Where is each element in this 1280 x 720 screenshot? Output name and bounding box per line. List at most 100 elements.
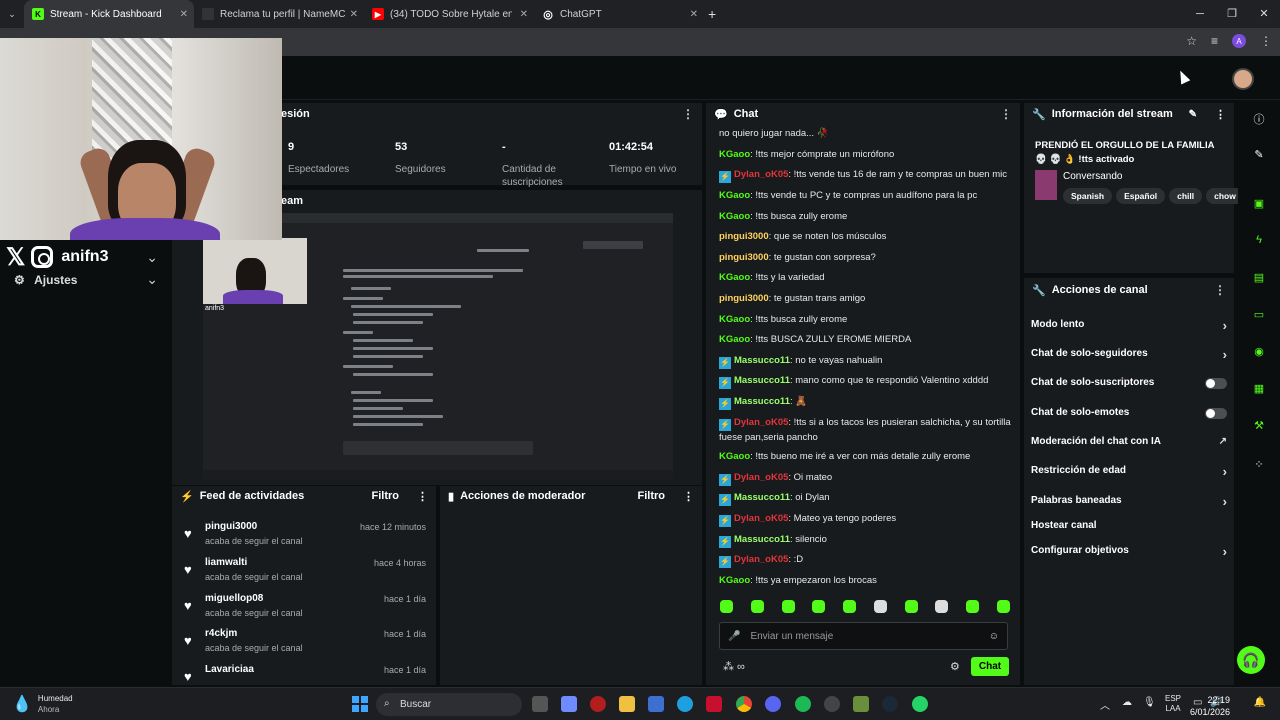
channel-action-row[interactable]: Moderación del chat con IA ↗ (1031, 436, 1231, 452)
channel-action-row[interactable]: Configurar objetivos › (1031, 544, 1231, 561)
chat-settings-left-icon[interactable]: ⁂ ∞ (723, 660, 745, 673)
grid-icon[interactable]: ▦ (1252, 382, 1266, 396)
channel-action-row[interactable]: Palabras baneadas › (1031, 494, 1231, 511)
chat-username[interactable]: pingui3000 (719, 252, 769, 263)
notifications-icon[interactable]: 🔔 (1254, 697, 1266, 708)
chat-username[interactable]: Massucco11 (734, 396, 790, 407)
pen-icon[interactable]: ✎ (1252, 148, 1266, 162)
follower-name[interactable]: liamwalti (205, 557, 247, 568)
whatsapp-icon[interactable] (912, 696, 928, 712)
steam-icon[interactable] (882, 696, 898, 712)
wrench-icon[interactable]: ⚒ (1252, 419, 1266, 433)
chat-username[interactable]: Massucco11 (734, 492, 790, 503)
emote-icon[interactable] (996, 600, 1010, 613)
more-options-icon[interactable]: ⋮ (1000, 107, 1012, 121)
chevron-right-icon[interactable]: › (1223, 494, 1227, 509)
obs-icon[interactable] (824, 696, 840, 712)
chevron-right-icon[interactable]: › (1223, 544, 1227, 559)
chevron-down-icon[interactable]: ⌄ (146, 249, 158, 266)
external-link-icon[interactable]: ↗ (1219, 436, 1227, 447)
new-tab-button[interactable]: + (708, 6, 716, 22)
chat-username[interactable]: KGaoo (719, 314, 750, 325)
category-name[interactable]: Conversando (1063, 171, 1122, 182)
edge-icon[interactable] (677, 696, 693, 712)
weather-widget[interactable]: 💧 Humedad Ahora (12, 693, 73, 715)
toggle-switch[interactable] (1205, 378, 1227, 389)
emoji-icon[interactable]: ☺ (989, 631, 999, 642)
follower-name[interactable]: miguellop08 (205, 593, 263, 604)
browser-menu-icon[interactable]: ⋮ (1260, 34, 1272, 48)
apps-icon[interactable]: ⁘ (1252, 458, 1266, 472)
channel-action-row[interactable]: Modo lento › (1031, 318, 1231, 335)
microphone-icon[interactable]: 🎤 (728, 631, 740, 642)
taskbar-search[interactable]: ⌕ Buscar (376, 693, 522, 716)
more-options-icon[interactable]: ⋮ (683, 490, 694, 503)
windows-start-icon[interactable] (352, 696, 368, 712)
file-explorer-icon[interactable] (619, 696, 635, 712)
help-headset-button[interactable]: 🎧 (1237, 646, 1265, 674)
broadcast-icon[interactable]: ◉ (1252, 345, 1266, 359)
tab-youtube[interactable]: ▶ (34) TODO Sobre Hytale en 20 ✕ (364, 0, 534, 28)
chat-icon[interactable]: ▭ (1252, 308, 1266, 322)
tray-chevron-icon[interactable]: ︿ (1100, 697, 1110, 712)
app-flag-icon[interactable] (706, 696, 722, 712)
channel-action-row[interactable]: Hostear canal (1031, 520, 1231, 536)
chat-username[interactable]: KGaoo (719, 211, 750, 222)
reading-list-icon[interactable]: ≡ (1211, 34, 1218, 48)
copilot-icon[interactable] (561, 696, 577, 712)
chat-username[interactable]: KGaoo (719, 149, 750, 160)
profile-avatar[interactable]: A (1232, 34, 1246, 48)
store-icon[interactable] (648, 696, 664, 712)
tag-chip[interactable]: Español (1116, 188, 1166, 204)
user-avatar[interactable] (1232, 68, 1254, 90)
info-icon[interactable]: ⓘ (1252, 111, 1266, 126)
chat-username[interactable]: Dylan_oK05 (734, 513, 788, 524)
emote-icon[interactable] (843, 600, 857, 613)
bookmark-star-icon[interactable]: ☆ (1186, 34, 1197, 48)
taskbar-clock[interactable]: 22:19 6/01/2026 (1190, 694, 1230, 718)
emote-icon[interactable] (935, 600, 949, 613)
chat-username[interactable]: pingui3000 (719, 231, 769, 242)
tab-kick-dashboard[interactable]: K Stream - Kick Dashboard ✕ (24, 0, 194, 28)
maximize-icon[interactable]: ❐ (1216, 0, 1248, 28)
emote-icon[interactable] (781, 600, 795, 613)
chat-username[interactable]: KGaoo (719, 575, 750, 586)
follower-name[interactable]: pingui3000 (205, 521, 257, 532)
chat-username[interactable]: Dylan_oK05 (734, 472, 788, 483)
chrome-icon[interactable] (736, 696, 752, 712)
emote-icon[interactable] (904, 600, 918, 613)
chat-username[interactable]: KGaoo (719, 272, 750, 283)
chat-settings-icon[interactable]: ⚙ (950, 660, 960, 673)
lightning-icon[interactable]: ϟ (1252, 234, 1266, 248)
chat-username[interactable]: Dylan_oK05 (734, 417, 788, 428)
emote-icon[interactable] (720, 600, 733, 613)
emote-icon[interactable] (750, 600, 764, 613)
task-view-icon[interactable] (532, 696, 548, 712)
chat-username[interactable]: Massucco11 (734, 375, 790, 386)
chat-username[interactable]: Massucco11 (734, 355, 790, 366)
channel-action-row[interactable]: Restricción de edad › (1031, 464, 1231, 481)
chat-username[interactable]: pingui3000 (719, 293, 769, 304)
chat-message-input[interactable]: 🎤 Enviar un mensaje ☺ (719, 622, 1008, 650)
stream-preview-video[interactable]: anifn3 (203, 213, 673, 480)
channel-action-row[interactable]: Chat de solo-seguidores › (1031, 347, 1231, 364)
filter-button[interactable]: Filtro (638, 490, 666, 502)
toggle-switch[interactable] (1205, 408, 1227, 419)
network-icon[interactable]: ☁ (1122, 697, 1132, 708)
chat-username[interactable]: KGaoo (719, 190, 750, 201)
emote-icon[interactable] (966, 600, 980, 613)
tab-namemc[interactable]: Reclama tu perfil | NameMC ✕ (194, 0, 364, 28)
channel-action-row[interactable]: Chat de solo-suscriptores (1031, 377, 1231, 393)
close-tab-icon[interactable]: ✕ (350, 9, 358, 20)
close-window-icon[interactable]: ✕ (1248, 0, 1280, 28)
emote-icon[interactable] (812, 600, 826, 613)
tag-chip[interactable]: Spanish (1063, 188, 1113, 204)
chat-username[interactable]: KGaoo (719, 451, 750, 462)
close-tab-icon[interactable]: ✕ (520, 9, 528, 20)
app-red-icon[interactable] (590, 696, 606, 712)
tab-list-chevron-icon[interactable]: ⌄ (0, 9, 24, 20)
minecraft-icon[interactable] (853, 696, 869, 712)
language-indicator[interactable]: ESP LAA (1165, 694, 1181, 714)
more-options-icon[interactable]: ⋮ (682, 107, 694, 121)
more-options-icon[interactable]: ⋮ (1215, 108, 1226, 121)
